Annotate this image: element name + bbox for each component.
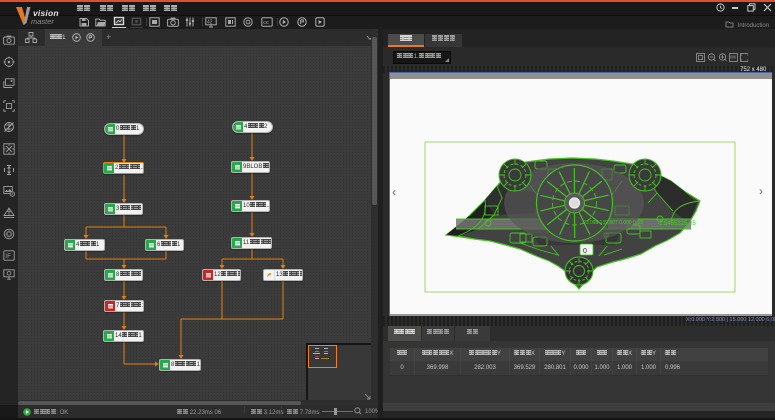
svg-text:-1.5455325 05: -1.5455325 05 [657,221,696,227]
svg-text:0: 0 [583,248,587,255]
svg-text:23.098 139.807 0.000 0.99: 23.098 139.807 0.000 0.99 [583,220,643,226]
svg-text:42: 42 [207,19,213,25]
svg-text:cc: cc [263,20,269,26]
svg-text:IF: IF [5,253,11,260]
